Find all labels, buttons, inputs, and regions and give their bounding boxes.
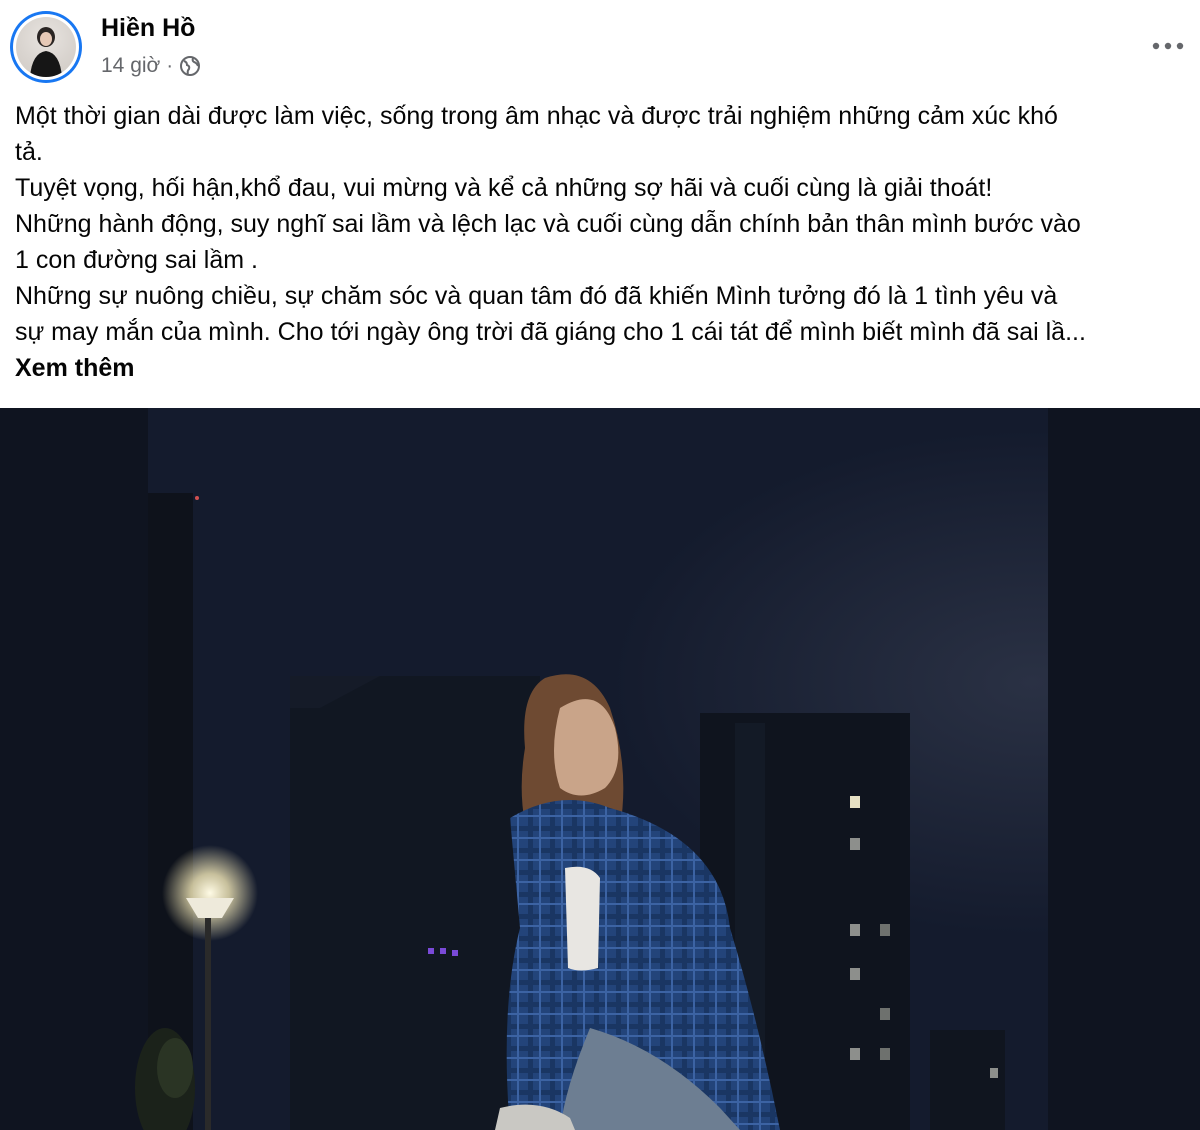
post-text-line: Những hành động, suy nghĩ sai lầm và lệc… — [15, 210, 1081, 238]
post-header: Hiền Hồ 14 giờ · — [0, 0, 1200, 95]
post-text-line: Tuyệt vọng, hối hận,khổ đau, vui mừng và… — [15, 174, 993, 202]
facebook-post: Hiền Hồ 14 giờ · Một thời gian dài được … — [0, 0, 1200, 1130]
avatar[interactable] — [10, 11, 82, 83]
meta-separator: · — [166, 54, 173, 77]
post-meta: 14 giờ · — [101, 54, 201, 78]
more-options-button[interactable] — [1146, 26, 1190, 66]
post-text-line: Một thời gian dài được làm việc, sống tr… — [15, 102, 1058, 130]
see-more-link[interactable]: Xem thêm — [15, 350, 134, 386]
post-text-line: tả. — [15, 138, 43, 166]
post-photo[interactable] — [0, 408, 1200, 1130]
more-horizontal-icon — [1152, 42, 1184, 50]
post-text-line: sự may mắn của mình. Cho tới ngày ông tr… — [15, 318, 1086, 346]
avatar-photo — [16, 17, 76, 77]
post-text-line: 1 con đường sai lầm . — [15, 246, 258, 274]
post-text-line: Những sự nuông chiều, sự chăm sóc và qua… — [15, 282, 1058, 310]
avatar-ring — [13, 14, 79, 80]
globe-icon[interactable] — [179, 55, 201, 77]
post-time[interactable]: 14 giờ — [101, 54, 160, 78]
author-name[interactable]: Hiền Hồ — [101, 14, 195, 43]
post-text: Một thời gian dài được làm việc, sống tr… — [15, 98, 1185, 350]
